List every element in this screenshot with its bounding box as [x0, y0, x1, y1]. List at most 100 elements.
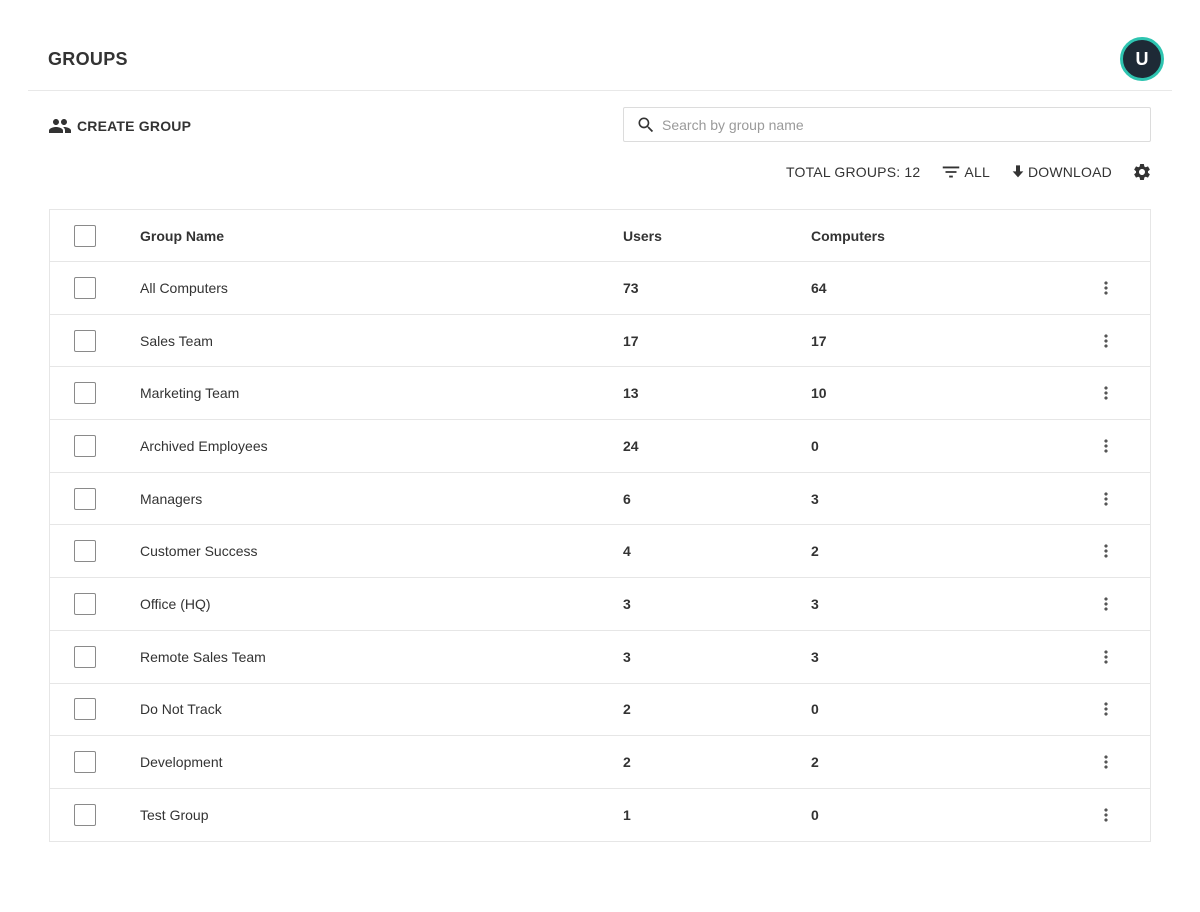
page-header: GROUPS U — [28, 28, 1172, 91]
gear-icon — [1134, 164, 1150, 180]
group-name-cell[interactable]: Sales Team — [140, 333, 213, 349]
groups-page: GROUPS U CREATE GROUP TOTAL GROUPS: 12 A… — [0, 0, 1200, 912]
create-group-button[interactable]: CREATE GROUP — [48, 115, 191, 137]
computers-count-cell: 3 — [811, 595, 819, 612]
group-name-cell[interactable]: All Computers — [140, 280, 228, 296]
more-vert-icon — [1104, 808, 1108, 822]
search-icon — [638, 117, 654, 132]
group-name-cell[interactable]: Test Group — [140, 807, 208, 823]
row-menu-button[interactable] — [1096, 487, 1116, 511]
table-row[interactable]: Managers 6 3 — [50, 473, 1150, 526]
table-row[interactable]: Do Not Track 2 0 — [50, 684, 1150, 737]
computers-count-cell: 3 — [811, 490, 819, 507]
more-vert-icon — [1104, 755, 1108, 769]
table-row[interactable]: Sales Team 17 17 — [50, 315, 1150, 368]
row-checkbox[interactable] — [74, 751, 96, 774]
select-all-checkbox[interactable] — [74, 224, 96, 247]
row-menu-button[interactable] — [1096, 434, 1116, 458]
row-checkbox[interactable] — [74, 540, 96, 563]
table-row[interactable]: Test Group 1 0 — [50, 789, 1150, 842]
users-count-cell: 2 — [623, 754, 631, 771]
row-menu-button[interactable] — [1096, 276, 1116, 300]
computers-count-cell: 2 — [811, 754, 819, 771]
users-count-cell: 1 — [623, 806, 631, 823]
table-body: All Computers 73 6 4 Sales Team 17 17 Marketing… — [50, 262, 1150, 842]
group-name-cell[interactable]: Office (HQ) — [140, 596, 211, 612]
row-checkbox[interactable] — [74, 434, 96, 457]
computers-count-cell: 0 — [811, 806, 819, 823]
page-title: GROUPS — [48, 49, 128, 69]
groups-table: Group Name Users Computers All Computers… — [49, 209, 1151, 842]
row-checkbox[interactable] — [74, 329, 96, 352]
column-header-group-name[interactable]: Group Name — [140, 228, 224, 244]
more-vert-icon — [1104, 439, 1108, 453]
more-vert-icon — [1104, 649, 1108, 664]
row-menu-button[interactable] — [1096, 645, 1116, 669]
users-count-cell: 73 — [623, 279, 639, 296]
column-header-computers[interactable]: Computers — [811, 228, 885, 244]
more-vert-icon — [1104, 333, 1108, 348]
row-menu-button[interactable] — [1096, 592, 1116, 616]
computers-count-cell: 0 — [811, 437, 819, 454]
group-name-cell[interactable]: Development — [140, 754, 223, 770]
group-name-cell[interactable]: Managers — [140, 491, 202, 507]
more-vert-icon — [1104, 281, 1108, 295]
group-name-cell[interactable]: Do Not Track — [140, 701, 222, 717]
row-checkbox[interactable] — [74, 382, 96, 405]
row-menu-button[interactable] — [1096, 539, 1116, 563]
users-count-cell: 2 — [623, 701, 631, 718]
row-menu-button[interactable] — [1096, 329, 1116, 353]
group-name-cell[interactable]: Customer Success — [140, 543, 257, 559]
computers-count-cell: 10 — [811, 385, 827, 402]
row-menu-button[interactable] — [1096, 803, 1116, 827]
more-vert-icon — [1104, 544, 1108, 558]
row-checkbox[interactable] — [74, 276, 96, 299]
group-name-cell[interactable]: Remote Sales Team — [140, 649, 266, 665]
filter-icon — [943, 166, 960, 178]
group-name-cell[interactable]: Archived Employees — [140, 438, 268, 454]
filter-button[interactable]: ALL — [940, 161, 990, 183]
user-avatar[interactable]: U — [1120, 37, 1164, 81]
table-actions: TOTAL GROUPS: 12 ALL DOWNLOAD — [786, 160, 1152, 184]
download-label: DOWNLOAD — [1027, 164, 1112, 180]
row-checkbox[interactable] — [74, 803, 96, 826]
search-box[interactable] — [623, 107, 1151, 142]
group-name-cell[interactable]: Marketing Team — [140, 385, 239, 401]
table-row[interactable]: Development 2 2 — [50, 736, 1150, 789]
users-count-cell: 17 — [623, 332, 639, 349]
row-checkbox[interactable] — [74, 592, 96, 615]
users-count-cell: 13 — [623, 385, 639, 402]
total-groups-count: TOTAL GROUPS: 12 — [785, 164, 921, 180]
table-row[interactable]: Office (HQ) 3 3 — [50, 578, 1150, 631]
users-count-cell: 3 — [623, 648, 631, 665]
row-checkbox[interactable] — [74, 698, 96, 721]
row-menu-button[interactable] — [1096, 381, 1116, 405]
column-header-users[interactable]: Users — [623, 228, 662, 244]
table-row[interactable]: All Computers 73 64 — [50, 262, 1150, 315]
table-row[interactable]: Marketing Team 13 10 — [50, 367, 1150, 421]
computers-count-cell: 3 — [811, 648, 819, 665]
more-vert-icon — [1104, 386, 1108, 400]
more-vert-icon — [1104, 597, 1108, 611]
settings-button[interactable] — [1132, 162, 1152, 182]
users-count-cell: 6 — [623, 490, 631, 507]
computers-count-cell: 2 — [811, 543, 819, 560]
table-row[interactable]: Remote Sales Team 3 3 — [50, 631, 1150, 684]
table-header-row: Group Name Users Computers — [50, 210, 1150, 262]
row-menu-button[interactable] — [1096, 750, 1116, 774]
download-button[interactable]: DOWNLOAD — [1010, 164, 1112, 180]
filter-label: ALL — [964, 164, 990, 180]
table-row[interactable]: Customer Success 4 2 — [50, 525, 1150, 579]
users-count-cell: 4 — [623, 543, 631, 560]
people-icon — [49, 119, 71, 133]
row-menu-button[interactable] — [1096, 697, 1116, 721]
table-row[interactable]: Archived Employees 24 0 — [50, 420, 1150, 473]
row-checkbox[interactable] — [74, 487, 96, 510]
row-checkbox[interactable] — [74, 645, 96, 668]
more-vert-icon — [1104, 491, 1108, 506]
computers-count-cell: 0 — [811, 701, 819, 718]
computers-count-cell: 17 — [811, 332, 827, 349]
users-count-cell: 24 — [623, 437, 639, 454]
more-vert-icon — [1104, 702, 1108, 717]
search-input[interactable] — [662, 108, 1150, 141]
